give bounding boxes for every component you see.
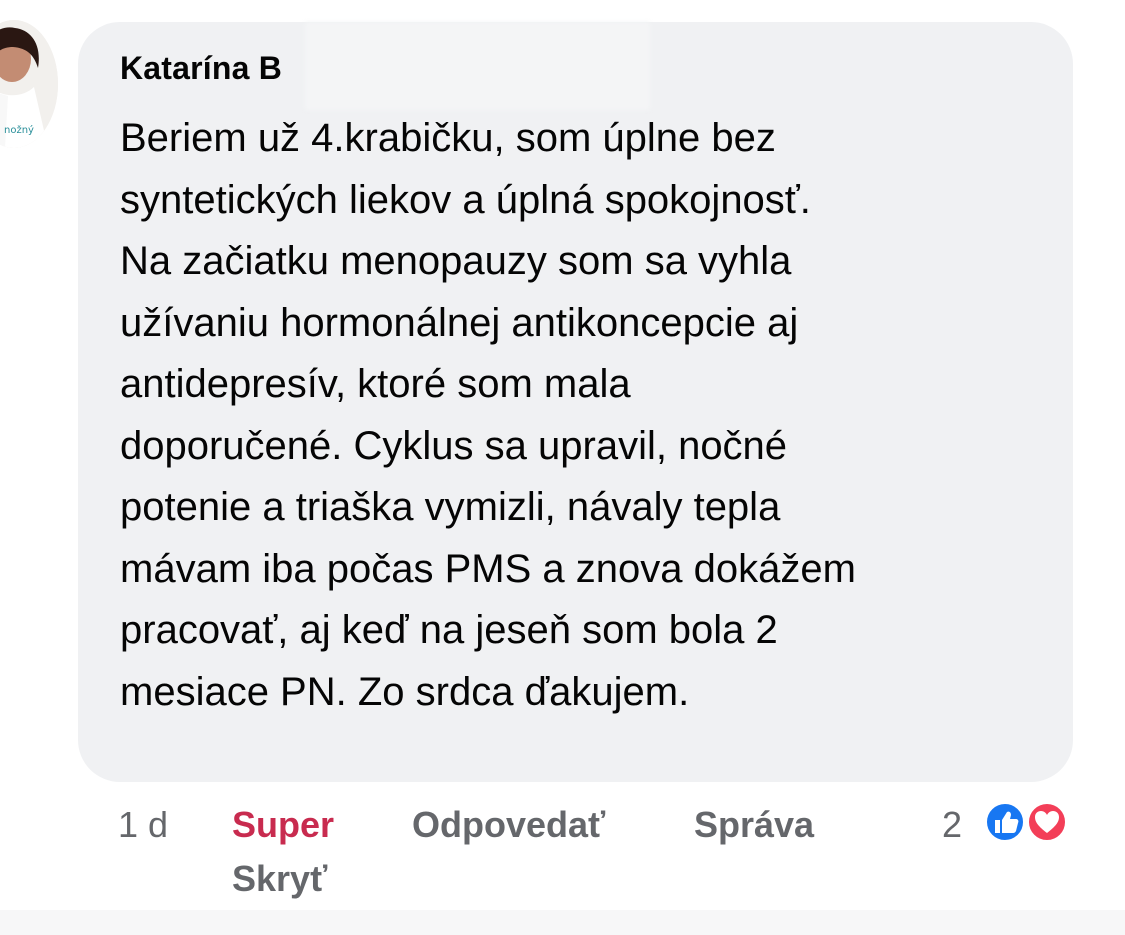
comment-line: pracovať, aj keď na jeseň som bola 2 xyxy=(120,608,778,652)
comment-line: Na začiatku menopauzy som sa vyhla xyxy=(120,239,792,283)
comment-time[interactable]: 1 d xyxy=(118,804,168,846)
like-icon[interactable] xyxy=(983,800,1027,844)
comment-line: Beriem už 4.krabičku, som úplne bez xyxy=(120,116,776,160)
comment-line: syntetických liekov a úplná spokojnosť. xyxy=(120,177,811,222)
reaction-count[interactable]: 2 xyxy=(942,804,962,846)
comment-author[interactable]: Katarína B xyxy=(120,50,282,87)
redacted-name-area xyxy=(305,22,650,110)
hide-button[interactable]: Skryť xyxy=(232,858,327,900)
comment-line: doporučené. Cyklus sa upravil, nočné xyxy=(120,423,788,468)
comment-line: mávam iba počas PMS a znova dokážem xyxy=(120,546,856,591)
profile-photo: nožný xyxy=(0,20,58,148)
super-reaction-button[interactable]: Super xyxy=(232,804,334,846)
comment-line: potenie a triaška vymizli, návaly tepla xyxy=(120,485,781,529)
bottom-divider xyxy=(0,910,1125,935)
comment-line: antidepresív, ktoré som mala xyxy=(120,362,631,406)
comment-text: Beriem už 4.krabičku, som úplne bez synt… xyxy=(120,108,1050,723)
avatar-shirt-text: nožný xyxy=(4,124,34,136)
avatar[interactable]: nožný xyxy=(0,20,58,148)
report-button[interactable]: Správa xyxy=(694,804,814,846)
comment-line: užívaniu hormonálnej antikoncepcie aj xyxy=(120,300,799,345)
reply-button[interactable]: Odpovedať xyxy=(412,804,605,846)
comment-line: mesiace PN. Zo srdca ďakujem. xyxy=(120,669,690,714)
love-icon[interactable] xyxy=(1025,800,1069,844)
